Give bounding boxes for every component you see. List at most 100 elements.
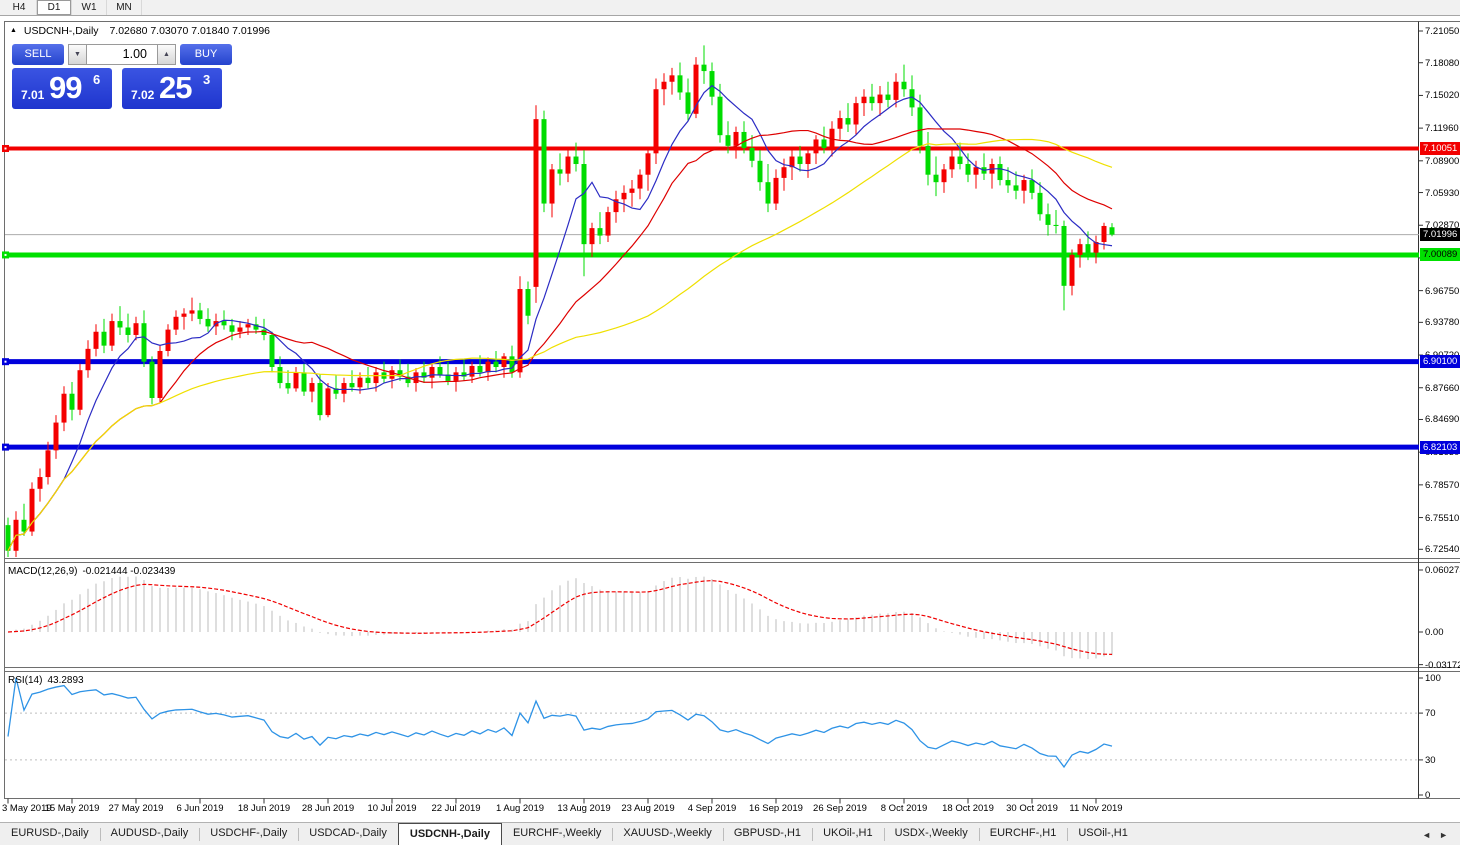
level-lines	[2, 145, 1419, 451]
tab-xauusd-weekly[interactable]: XAUUSD-,Weekly	[612, 823, 722, 845]
tabs-scroll-right-icon[interactable]: ►	[1439, 830, 1448, 840]
price-axis-tick: 7.21050	[1425, 25, 1459, 38]
macd-values: -0.021444 -0.023439	[82, 566, 175, 577]
date-axis-tick: 27 May 2019	[109, 803, 164, 814]
tab-gbpusd-h1[interactable]: GBPUSD-,H1	[723, 823, 812, 845]
chart-ohlc-values: 7.02680 7.03070 7.01840 7.01996	[109, 25, 270, 37]
price-axis-tick: 7.05930	[1425, 187, 1459, 200]
tab-usdx-weekly[interactable]: USDX-,Weekly	[884, 823, 979, 845]
mt4-window: H4D1W1MN ▲ USDCNH-,Daily 7.02680 7.03070…	[0, 0, 1460, 845]
sell-price-display[interactable]: 7.01 99 6	[12, 68, 112, 109]
level-price-label: 6.90100	[1420, 355, 1460, 368]
date-axis-tick: 11 Nov 2019	[1069, 803, 1122, 814]
timeframe-toolbar: H4D1W1MN	[0, 0, 1460, 16]
date-axis-tick: 6 Jun 2019	[176, 803, 223, 814]
level-price-label: 6.82103	[1420, 441, 1460, 454]
candlesticks-layer	[6, 45, 1115, 557]
price-axis-tick: 6.72540	[1425, 543, 1459, 556]
symbol-tab-bar: EURUSD-,DailyAUDUSD-,DailyUSDCHF-,DailyU…	[0, 822, 1460, 845]
level-price-label: 7.00089	[1420, 248, 1460, 261]
rsi-axis	[1419, 678, 1424, 795]
macd-indicator-label: MACD(12,26,9) -0.021444 -0.023439	[8, 566, 180, 577]
date-axis-tick: 18 Oct 2019	[942, 803, 994, 814]
macd-histogram	[8, 577, 1112, 660]
date-axis-tick: 10 Jul 2019	[367, 803, 416, 814]
rsi-axis-tick: 70	[1425, 707, 1436, 720]
pane-borders	[4, 22, 1460, 799]
rsi-axis-tick: 100	[1425, 672, 1441, 685]
tab-eurusd-daily[interactable]: EURUSD-,Daily	[0, 823, 100, 845]
date-axis-tick: 15 May 2019	[45, 803, 100, 814]
level-price-label: 7.10051	[1420, 142, 1460, 155]
one-click-trading-panel: SELL ▼ 1.00 ▲ BUY 7.01 99 6 7.02 25 3	[12, 44, 232, 109]
rsi-value: 43.2893	[47, 675, 83, 686]
timeframe-button-mn[interactable]: MN	[107, 0, 142, 15]
price-axis-tick: 6.78570	[1425, 479, 1459, 492]
macd-axis-tick: 0.060273	[1425, 564, 1460, 577]
one-click-panel-toggle-icon[interactable]: ▲	[10, 27, 17, 34]
tab-audusd-daily[interactable]: AUDUSD-,Daily	[100, 823, 200, 845]
rsi-indicator-label: RSI(14) 43.2893	[8, 675, 89, 686]
buy-price-big: 25	[159, 70, 191, 106]
price-axis-tick: 6.84690	[1425, 413, 1459, 426]
timeframe-button-h4[interactable]: H4	[2, 0, 37, 15]
rsi-axis-tick: 0	[1425, 789, 1430, 802]
tab-eurchf-weekly[interactable]: EURCHF-,Weekly	[502, 823, 612, 845]
price-axis-tick: 6.93780	[1425, 316, 1459, 329]
current-price-label: 7.01996	[1420, 228, 1460, 241]
date-axis	[8, 799, 1096, 804]
tab-usdchf-daily[interactable]: USDCHF-,Daily	[199, 823, 298, 845]
price-axis-tick: 6.87660	[1425, 382, 1459, 395]
buy-price-display[interactable]: 7.02 25 3	[122, 68, 222, 109]
tab-usoil-h1[interactable]: USOil-,H1	[1067, 823, 1139, 845]
volume-increase-button[interactable]: ▲	[157, 44, 176, 65]
date-axis-tick: 26 Sep 2019	[813, 803, 867, 814]
sell-price-prefix: 7.01	[21, 88, 44, 102]
tab-usdcad-daily[interactable]: USDCAD-,Daily	[298, 823, 398, 845]
tab-usdcnh-daily[interactable]: USDCNH-,Daily	[398, 823, 502, 845]
date-axis-tick: 18 Jun 2019	[238, 803, 290, 814]
date-axis-tick: 8 Oct 2019	[881, 803, 927, 814]
buy-price-pip: 3	[203, 72, 210, 87]
timeframe-button-d1[interactable]: D1	[37, 0, 72, 15]
tabs-scroll-left-icon[interactable]: ◄	[1422, 830, 1431, 840]
macd-axis	[1419, 570, 1424, 665]
price-axis	[1419, 31, 1424, 549]
date-axis-tick: 28 Jun 2019	[302, 803, 354, 814]
tab-eurchf-h1[interactable]: EURCHF-,H1	[979, 823, 1068, 845]
date-axis-tick: 13 Aug 2019	[557, 803, 610, 814]
tab-scroll-controls: ◄►	[1414, 823, 1460, 845]
price-axis-tick: 7.08900	[1425, 155, 1459, 168]
price-axis-tick: 7.15020	[1425, 89, 1459, 102]
chart-symbol-label: USDCNH-,Daily	[24, 25, 99, 37]
macd-axis-tick: 0.00	[1425, 626, 1444, 639]
ma-line-50	[8, 139, 1112, 550]
date-axis-tick: 23 Aug 2019	[621, 803, 674, 814]
chart-canvas[interactable]	[0, 0, 1460, 845]
sell-price-big: 99	[49, 70, 81, 106]
date-axis-tick: 30 Oct 2019	[1006, 803, 1058, 814]
rsi-name: RSI(14)	[8, 675, 42, 686]
rsi-levels	[5, 713, 1419, 760]
price-axis-tick: 6.96750	[1425, 285, 1459, 298]
volume-input[interactable]: 1.00	[87, 44, 157, 65]
chart-title: ▲ USDCNH-,Daily 7.02680 7.03070 7.01840 …	[10, 25, 270, 37]
date-axis-tick: 1 Aug 2019	[496, 803, 544, 814]
date-axis-tick: 22 Jul 2019	[431, 803, 480, 814]
buy-price-prefix: 7.02	[131, 88, 154, 102]
sell-price-pip: 6	[93, 72, 100, 87]
price-axis-tick: 7.18080	[1425, 57, 1459, 70]
macd-axis-tick: -0.03172	[1425, 659, 1460, 672]
rsi-line	[8, 678, 1112, 767]
buy-button[interactable]: BUY	[180, 44, 232, 65]
price-axis-tick: 7.11960	[1425, 122, 1459, 135]
price-axis-tick: 6.75510	[1425, 512, 1459, 525]
rsi-axis-tick: 30	[1425, 754, 1436, 767]
ma-line-20	[8, 129, 1112, 551]
timeframe-button-w1[interactable]: W1	[72, 0, 107, 15]
macd-name: MACD(12,26,9)	[8, 566, 77, 577]
volume-decrease-button[interactable]: ▼	[68, 44, 87, 65]
date-axis-tick: 16 Sep 2019	[749, 803, 803, 814]
tab-ukoil-h1[interactable]: UKOil-,H1	[812, 823, 884, 845]
sell-button[interactable]: SELL	[12, 44, 64, 65]
